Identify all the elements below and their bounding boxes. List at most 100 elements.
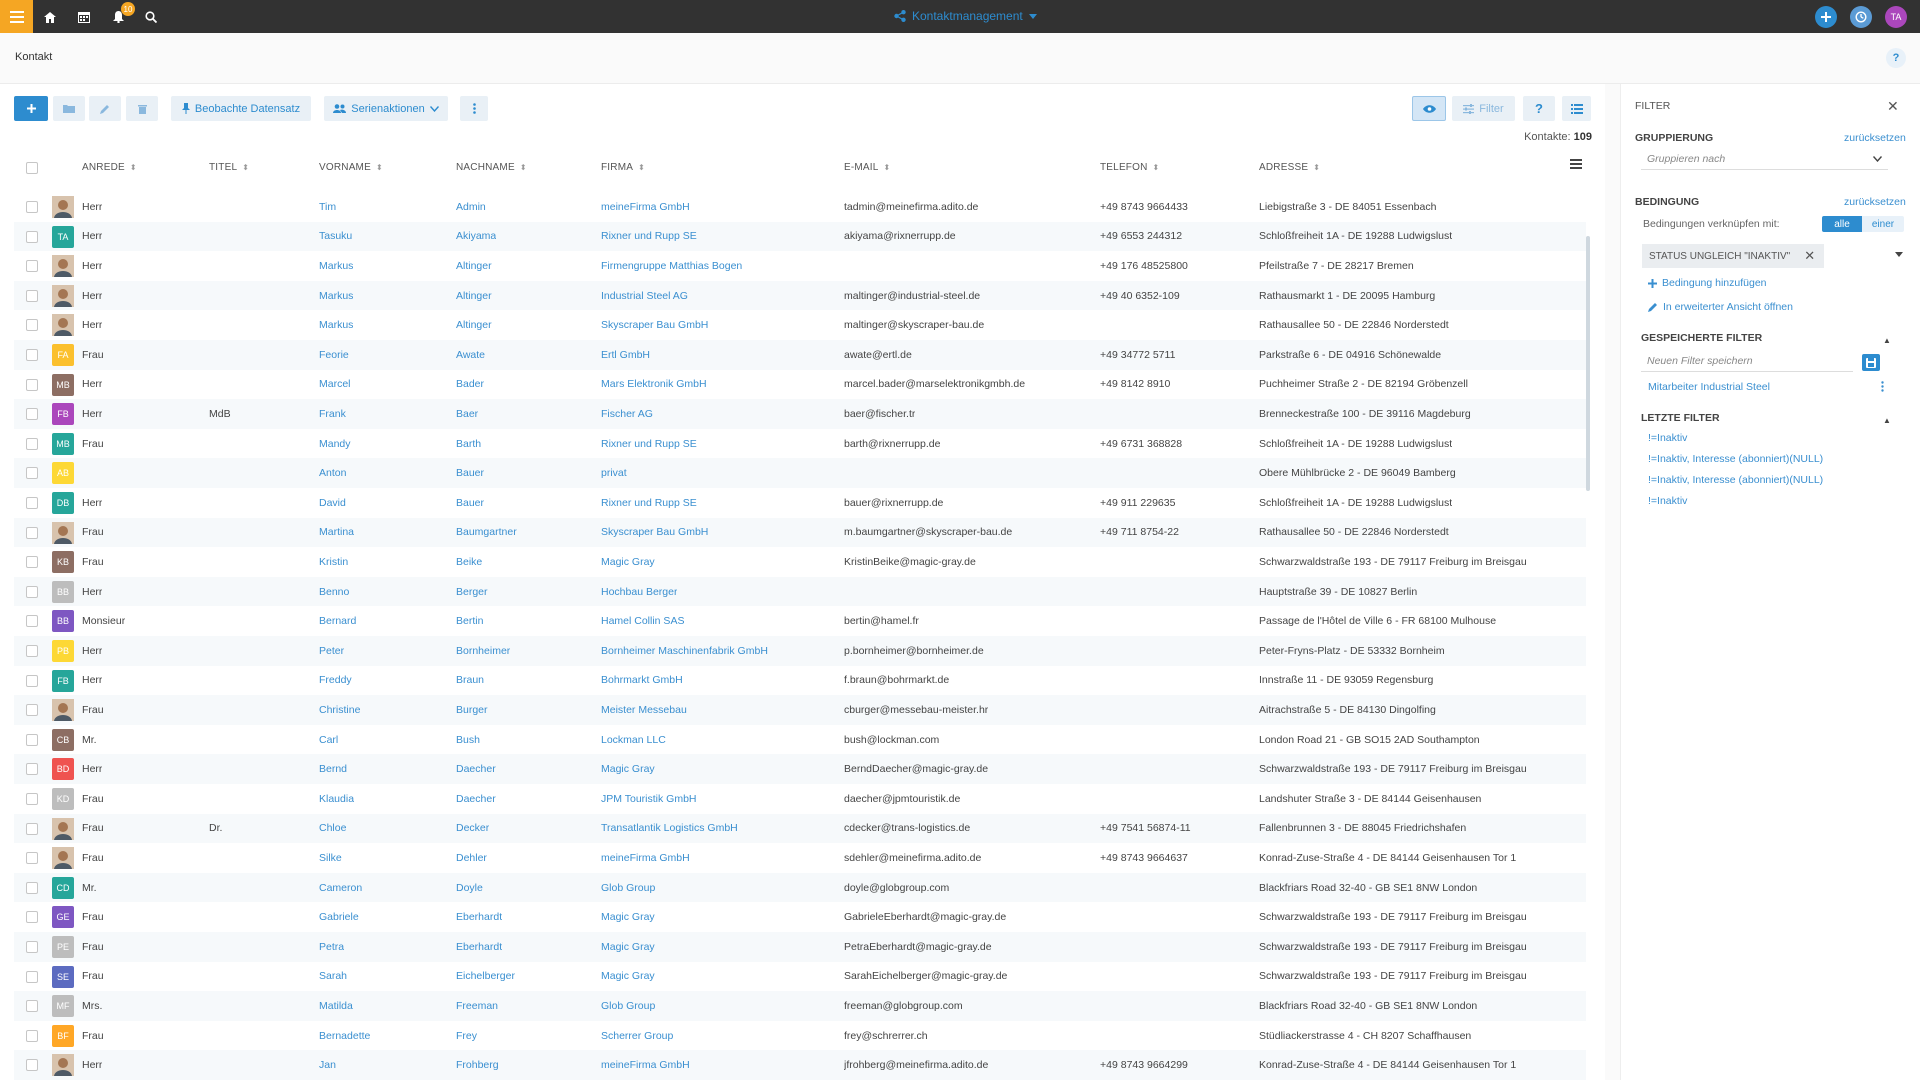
- column-header-titel[interactable]: TITEL ⬍: [209, 162, 249, 173]
- first-name-link[interactable]: David: [319, 488, 346, 518]
- add-button[interactable]: [14, 96, 48, 121]
- first-name-link[interactable]: Benno: [319, 577, 349, 607]
- row-checkbox[interactable]: [26, 763, 38, 776]
- last-name-link[interactable]: Daecher: [456, 754, 496, 784]
- last-name-link[interactable]: Bertin: [456, 606, 483, 636]
- first-name-link[interactable]: Christine: [319, 695, 360, 725]
- company-link[interactable]: Magic Gray: [601, 932, 655, 962]
- company-link[interactable]: meineFirma GmbH: [601, 1050, 690, 1080]
- company-link[interactable]: Skyscraper Bau GmbH: [601, 518, 708, 548]
- company-link[interactable]: Lockman LLC: [601, 725, 666, 755]
- table-row[interactable]: KB Frau Kristin Beike Magic Gray KristinBeike…: [14, 547, 1586, 577]
- last-name-link[interactable]: Akiyama: [456, 222, 496, 252]
- table-row[interactable]: CB Mr. Carl Bush Lockman LLC bush@lockman.com…: [14, 725, 1586, 755]
- company-link[interactable]: privat: [601, 458, 627, 488]
- last-name-link[interactable]: Eichelberger: [456, 962, 515, 992]
- first-name-link[interactable]: Martina: [319, 518, 354, 548]
- row-checkbox[interactable]: [26, 733, 38, 746]
- last-name-link[interactable]: Bauer: [456, 488, 484, 518]
- company-link[interactable]: Ertl GmbH: [601, 340, 650, 370]
- first-name-link[interactable]: Freddy: [319, 666, 352, 696]
- add-condition-link[interactable]: Bedingung hinzufügen: [1648, 277, 1767, 289]
- row-checkbox[interactable]: [26, 1029, 38, 1042]
- last-name-link[interactable]: Altinger: [456, 281, 492, 311]
- company-link[interactable]: Industrial Steel AG: [601, 281, 688, 311]
- company-link[interactable]: Bohrmarkt GmbH: [601, 666, 683, 696]
- last-name-link[interactable]: Baumgartner: [456, 518, 517, 548]
- first-name-link[interactable]: Klaudia: [319, 784, 354, 814]
- search-icon[interactable]: [143, 9, 159, 25]
- table-row[interactable]: MF Mrs. Matilda Freeman Glob Group freeman@gl…: [14, 991, 1586, 1021]
- last-name-link[interactable]: Eberhardt: [456, 932, 502, 962]
- condition-chip[interactable]: STATUS UNGLEICH "INAKTIV" ✕: [1642, 244, 1824, 268]
- company-link[interactable]: Glob Group: [601, 873, 655, 903]
- first-name-link[interactable]: Petra: [319, 932, 344, 962]
- user-avatar[interactable]: TA: [1885, 6, 1907, 28]
- table-row[interactable]: FB Herr MdB Frank Baer Fischer AG baer@fischer…: [14, 399, 1586, 429]
- row-checkbox[interactable]: [26, 615, 38, 628]
- history-icon[interactable]: [1850, 6, 1872, 28]
- company-link[interactable]: Magic Gray: [601, 962, 655, 992]
- row-checkbox[interactable]: [26, 497, 38, 509]
- table-row[interactable]: Herr Tim Admin meineFirma GmbH tadmin@meinef…: [14, 192, 1586, 222]
- toggle-all[interactable]: alle: [1822, 216, 1862, 232]
- module-switcher[interactable]: Kontaktmanagement: [894, 9, 1037, 23]
- company-link[interactable]: meineFirma GmbH: [601, 843, 690, 873]
- recent-filter-item[interactable]: !=Inaktiv, Interesse (abonniert)(NULL): [1648, 474, 1823, 486]
- row-checkbox[interactable]: [26, 230, 38, 243]
- table-row[interactable]: Frau Silke Dehler meineFirma GmbH sdehler@me…: [14, 843, 1586, 873]
- company-link[interactable]: Skyscraper Bau GmbH: [601, 310, 708, 340]
- help-toolbar-button[interactable]: ?: [1523, 96, 1555, 121]
- row-checkbox[interactable]: [26, 526, 38, 539]
- row-checkbox[interactable]: [26, 1059, 38, 1072]
- company-link[interactable]: Scherrer Group: [601, 1021, 673, 1051]
- last-name-link[interactable]: Frohberg: [456, 1050, 499, 1080]
- table-row[interactable]: FA Frau Feorie Awate Ertl GmbH awate@ertl.de +…: [14, 340, 1586, 370]
- company-link[interactable]: JPM Touristik GmbH: [601, 784, 697, 814]
- column-header-vorname[interactable]: VORNAME ⬍: [319, 162, 383, 173]
- first-name-link[interactable]: Mandy: [319, 429, 351, 459]
- help-button[interactable]: ?: [1886, 48, 1906, 68]
- company-link[interactable]: Rixner und Rupp SE: [601, 222, 697, 252]
- row-checkbox[interactable]: [26, 349, 38, 361]
- table-row[interactable]: Frau Martina Baumgartner Skyscraper Bau Gmb…: [14, 517, 1586, 548]
- table-row[interactable]: DB Herr David Bauer Rixner und Rupp SE bauer@…: [14, 488, 1586, 518]
- row-checkbox[interactable]: [26, 319, 38, 332]
- last-name-link[interactable]: Frey: [456, 1021, 477, 1051]
- first-name-link[interactable]: Chloe: [319, 814, 346, 844]
- table-row[interactable]: Herr Jan Frohberg meineFirma GmbH jfrohberg@…: [14, 1050, 1586, 1080]
- group-by-select[interactable]: Gruppieren nach: [1641, 150, 1888, 170]
- grouping-reset-link[interactable]: zurücksetzen: [1844, 132, 1906, 144]
- row-checkbox[interactable]: [26, 556, 38, 569]
- row-checkbox[interactable]: [26, 881, 38, 894]
- first-name-link[interactable]: Markus: [319, 281, 353, 311]
- saved-filter-item[interactable]: Mitarbeiter Industrial Steel: [1648, 381, 1770, 393]
- column-header-adresse[interactable]: ADRESSE ⬍: [1259, 162, 1320, 173]
- table-row[interactable]: SE Frau Sarah Eichelberger Magic Gray SarahEi…: [14, 962, 1586, 992]
- company-link[interactable]: Magic Gray: [601, 754, 655, 784]
- view-toggle-button[interactable]: [1412, 96, 1446, 121]
- column-header-anrede[interactable]: ANREDE ⬍: [82, 162, 137, 173]
- table-row[interactable]: MB Herr Marcel Bader Mars Elektronik GmbH mar…: [14, 370, 1586, 400]
- filter-button[interactable]: Filter: [1452, 96, 1515, 121]
- chevron-down-icon[interactable]: [1895, 252, 1903, 257]
- table-row[interactable]: Herr Markus Altinger Industrial Steel AG mal…: [14, 280, 1586, 311]
- home-icon[interactable]: [42, 9, 58, 25]
- last-name-link[interactable]: Dehler: [456, 843, 487, 873]
- table-row[interactable]: GE Frau Gabriele Eberhardt Magic Gray Gabriel…: [14, 902, 1586, 932]
- first-name-link[interactable]: Markus: [319, 251, 353, 281]
- combine-toggle[interactable]: alle einer: [1822, 216, 1904, 232]
- row-checkbox[interactable]: [26, 585, 38, 598]
- first-name-link[interactable]: Sarah: [319, 962, 347, 992]
- new-filter-input[interactable]: Neuen Filter speichern: [1641, 352, 1853, 372]
- first-name-link[interactable]: Tim: [319, 192, 336, 222]
- table-row[interactable]: BB Monsieur Bernard Bertin Hamel Collin SAS b…: [14, 606, 1586, 636]
- last-name-link[interactable]: Bush: [456, 725, 480, 755]
- first-name-link[interactable]: Bernadette: [319, 1021, 370, 1051]
- close-icon[interactable]: ✕: [1887, 98, 1899, 115]
- edit-button[interactable]: [89, 96, 121, 121]
- last-name-link[interactable]: Altinger: [456, 251, 492, 281]
- add-icon[interactable]: [1815, 6, 1837, 28]
- first-name-link[interactable]: Tasuku: [319, 222, 352, 252]
- table-row[interactable]: AB Anton Bauer privat Obere Mühlbrücke 2 - D…: [14, 458, 1586, 488]
